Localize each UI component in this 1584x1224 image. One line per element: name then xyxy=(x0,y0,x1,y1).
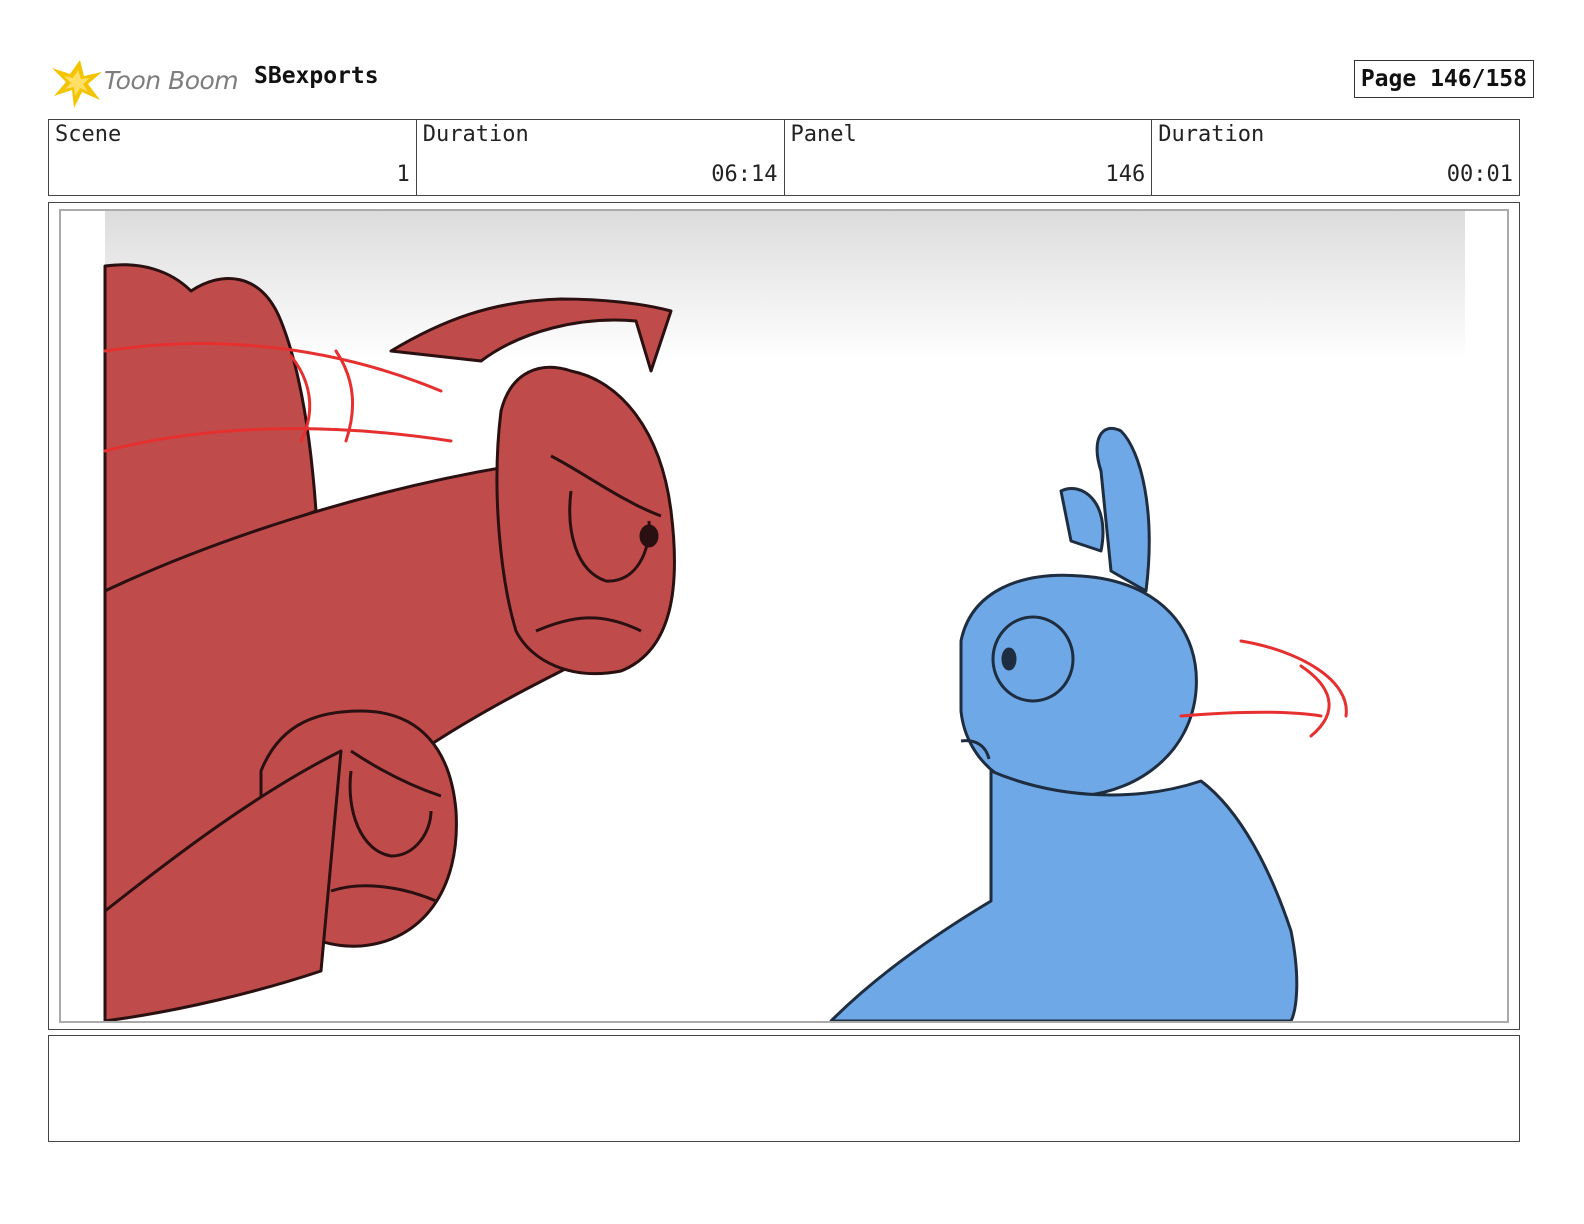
project-name: SBexports xyxy=(254,63,379,89)
toon-boom-star-icon xyxy=(52,60,102,108)
panel-info-table: Scene 1 Duration 06:14 Panel 146 Duratio… xyxy=(48,119,1520,196)
panel-artwork xyxy=(103,211,1465,1021)
scene-value: 1 xyxy=(396,162,410,187)
logo-text: Toon Boom xyxy=(104,66,239,95)
scene-cell: Scene 1 xyxy=(49,120,417,195)
page-header: Toon Boom SBexports Page 146/158 xyxy=(50,52,1534,112)
toon-boom-logo: Toon Boom xyxy=(50,56,250,110)
scene-label: Scene xyxy=(55,122,122,147)
page-number: Page 146/158 xyxy=(1353,60,1534,98)
panel-duration-label: Duration xyxy=(1158,122,1265,147)
scene-duration-cell: Duration 06:14 xyxy=(417,120,785,195)
scene-duration-value: 06:14 xyxy=(711,162,778,187)
panel-duration-value: 00:01 xyxy=(1446,162,1513,187)
storyboard-drawing xyxy=(59,209,1509,1023)
storyboard-panel-frame xyxy=(48,202,1520,1030)
panel-duration-cell: Duration 00:01 xyxy=(1152,120,1519,195)
panel-notes-box xyxy=(48,1035,1520,1142)
panel-cell: Panel 146 xyxy=(785,120,1153,195)
scene-duration-label: Duration xyxy=(422,122,529,147)
panel-label: Panel xyxy=(790,122,857,147)
panel-value: 146 xyxy=(1105,162,1146,187)
